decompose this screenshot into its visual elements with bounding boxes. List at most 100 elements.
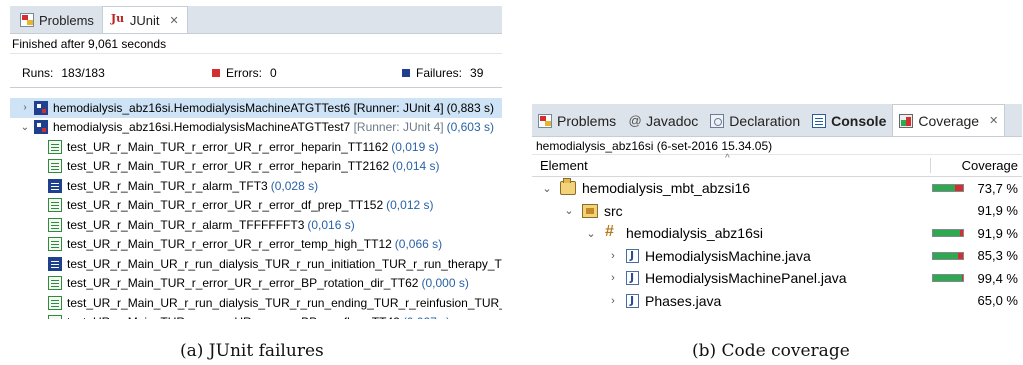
coverage-tree: ⌄ hemodialysis_mbt_abzsi16 73,7 % ⌄ src 91,9 … <box>532 177 1022 312</box>
test-row[interactable]: test_UR_r_Main_TUR_r_error_UR_r_error_df… <box>10 196 502 216</box>
junit-icon <box>111 12 125 27</box>
element-name: Phases.java <box>645 292 722 309</box>
coverage-bar-fill <box>932 230 961 237</box>
test-row[interactable]: test_UR_r_Main_TUR_r_error_UR_r_error_he… <box>10 157 502 177</box>
element-name: HemodialysisMachine.java <box>645 247 811 264</box>
test-name: test_UR_r_Main_UR_r_run_dialysis_TUR_r_r… <box>67 256 502 271</box>
test-time: (0,014 s) <box>392 159 440 174</box>
runs-label: Runs: <box>22 65 54 80</box>
column-header-element[interactable]: Element <box>532 158 930 173</box>
suite-runner: [Runner: JUnit 4] <box>353 100 444 115</box>
test-name: test_UR_r_Main_TUR_r_error_UR_r_error_te… <box>67 237 392 252</box>
tab-label: JUnit <box>129 12 160 28</box>
column-header-coverage[interactable]: Coverage <box>930 158 1022 173</box>
test-row[interactable]: test_UR_r_Main_TUR_r_error_UR_r_error_he… <box>10 137 502 157</box>
coverage-row[interactable]: ⌄ hemodialysis_mbt_abzsi16 73,7 % <box>532 177 1022 200</box>
errors-value: 0 <box>270 65 277 80</box>
element-name: hemodialysis_abz16si <box>626 225 763 242</box>
coverage-row-label: ⌄ hemodialysis_mbt_abzsi16 <box>532 178 930 196</box>
tab-label: Problems <box>39 12 94 28</box>
coverage-row[interactable]: ⌄ hemodialysis_abz16si 91,9 % <box>532 222 1022 245</box>
coverage-cell: 91,9 % <box>930 203 1022 218</box>
test-time: (0,016 s) <box>307 217 355 232</box>
test-row[interactable]: test_UR_r_Main_TUR_r_alarm_TFFFFFFT3 (0,0… <box>10 215 502 235</box>
coverage-bar-fill <box>932 185 955 192</box>
coverage-row-label: ⌄ src <box>532 203 930 219</box>
coverage-cell: 85,3 % <box>930 248 1022 263</box>
tab-problems[interactable]: Problems <box>12 7 102 33</box>
tab-javadoc[interactable]: @ Javadoc <box>622 105 704 136</box>
coverage-bar <box>931 184 964 193</box>
coverage-cell: 73,7 % <box>930 181 1022 196</box>
coverage-row[interactable]: › HemodialysisMachinePanel.java 99,4 % <box>532 267 1022 290</box>
suite-name: hemodialysis_abz16si.HemodialysisMachine… <box>53 100 351 115</box>
test-row[interactable]: test_UR_r_Main_TUR_r_error_UR_r_error_BP… <box>10 313 502 319</box>
coverage-panel: Problems @ Javadoc Declaration Console C… <box>532 104 1022 316</box>
chevron-right-icon[interactable]: › <box>18 102 32 113</box>
test-passed-icon <box>48 217 62 232</box>
problems-icon <box>538 113 552 128</box>
test-time: (0,066 s) <box>394 237 443 252</box>
chevron-down-icon[interactable]: ⌄ <box>540 182 554 195</box>
coverage-row-label: ⌄ hemodialysis_abz16si <box>532 223 930 242</box>
coverage-value: 99,4 % <box>977 270 1018 286</box>
chevron-down-icon[interactable]: ⌄ <box>584 227 598 240</box>
tab-label: Coverage <box>918 112 980 129</box>
package-icon <box>604 223 620 241</box>
errors-label: Errors: <box>226 65 262 80</box>
chevron-right-icon[interactable]: › <box>606 295 620 307</box>
coverage-value: 91,9 % <box>977 203 1018 219</box>
test-time: (0,028 s) <box>270 178 319 193</box>
java-file-icon <box>626 293 639 308</box>
element-name: src <box>604 202 623 219</box>
test-passed-icon <box>48 295 62 310</box>
caption-a: (a) JUnit failures <box>180 341 324 361</box>
test-tree: › hemodialysis_abz16si.HemodialysisMachi… <box>10 98 502 319</box>
coverage-row-label: › HemodialysisMachine.java <box>532 248 930 264</box>
tab-console[interactable]: Console <box>806 105 892 136</box>
error-icon <box>212 68 220 77</box>
tab-coverage[interactable]: Coverage ✕ <box>892 104 1006 136</box>
test-row[interactable]: test_UR_r_Main_UR_r_run_dialysis_TUR_r_r… <box>10 293 502 313</box>
suite-row[interactable]: › hemodialysis_abz16si.HemodialysisMachi… <box>10 98 502 118</box>
chevron-right-icon[interactable]: › <box>606 250 620 262</box>
test-name: test_UR_r_Main_UR_r_run_dialysis_TUR_r_r… <box>67 295 502 310</box>
suite-row[interactable]: ⌄ hemodialysis_abz16si.HemodialysisMachi… <box>10 118 502 138</box>
tab-junit[interactable]: JUnit ✕ <box>101 6 188 33</box>
chevron-down-icon[interactable]: ⌄ <box>18 122 32 133</box>
java-file-icon <box>626 248 639 263</box>
test-name: test_UR_r_Main_TUR_r_alarm_TFT3 <box>67 178 268 193</box>
javadoc-icon: @ <box>628 113 642 128</box>
coverage-row[interactable]: › HemodialysisMachine.java 85,3 % <box>532 245 1022 268</box>
coverage-bar-fill <box>932 275 963 282</box>
coverage-row[interactable]: › Phases.java 65,0 % <box>532 290 1022 313</box>
test-passed-icon <box>48 159 62 174</box>
test-row[interactable]: test_UR_r_Main_UR_r_run_dialysis_TUR_r_r… <box>10 254 502 274</box>
test-name: test_UR_r_Main_TUR_r_alarm_TFFFFFFT3 <box>67 217 305 232</box>
coverage-row[interactable]: ⌄ src 91,9 % <box>532 200 1022 223</box>
coverage-tabbar: Problems @ Javadoc Declaration Console C… <box>532 104 1022 137</box>
sort-caret-icon: ^ <box>725 153 730 164</box>
failure-icon <box>402 68 410 77</box>
test-passed-icon <box>48 198 62 213</box>
test-name: test_UR_r_Main_TUR_r_error_UR_r_error_BP… <box>67 276 419 291</box>
test-time: (0,019 s) <box>391 139 439 154</box>
status-message: Finished after 9,061 seconds <box>10 34 502 54</box>
tab-declaration[interactable]: Declaration <box>704 105 806 136</box>
chevron-down-icon[interactable]: ⌄ <box>562 204 576 217</box>
test-passed-icon <box>48 139 62 154</box>
console-icon <box>812 113 827 128</box>
chevron-right-icon[interactable]: › <box>606 272 620 284</box>
coverage-bar-fill <box>932 252 959 259</box>
test-row[interactable]: test_UR_r_Main_TUR_r_error_UR_r_error_te… <box>10 235 502 255</box>
test-row[interactable]: test_UR_r_Main_TUR_r_alarm_TFT3 (0,028 s) <box>10 176 502 196</box>
tab-problems[interactable]: Problems <box>532 105 622 136</box>
coverage-icon <box>899 113 914 128</box>
test-time: (0,000 s) <box>421 276 469 291</box>
close-icon[interactable]: ✕ <box>170 14 179 27</box>
test-passed-icon <box>48 315 62 319</box>
failures-label: Failures: <box>416 65 463 80</box>
test-row[interactable]: test_UR_r_Main_TUR_r_error_UR_r_error_BP… <box>10 274 502 294</box>
close-icon[interactable]: ✕ <box>989 114 998 127</box>
failures-value: 39 <box>470 65 484 80</box>
